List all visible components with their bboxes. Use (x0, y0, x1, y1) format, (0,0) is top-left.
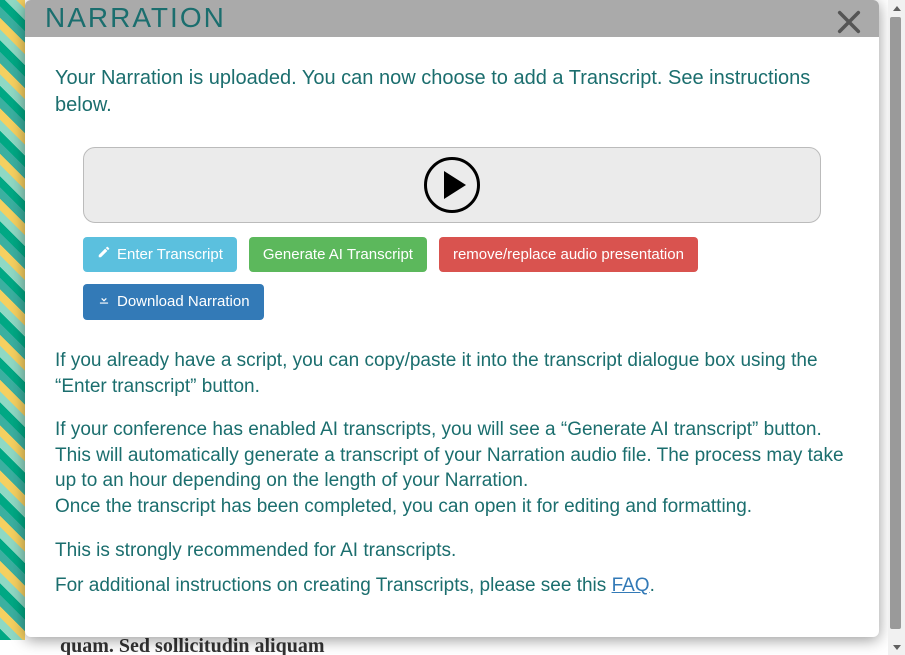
generate-ai-label: Generate AI Transcript (263, 245, 413, 265)
edit-icon (97, 245, 111, 265)
scroll-up-button[interactable] (888, 0, 905, 17)
instructions-para-2b: Once the transcript has been completed, … (55, 496, 752, 517)
enter-transcript-label: Enter Transcript (117, 245, 223, 265)
download-narration-label: Download Narration (117, 292, 250, 312)
background-art (0, 0, 25, 640)
play-icon (424, 157, 480, 213)
enter-transcript-button[interactable]: Enter Transcript (83, 237, 237, 273)
background-text: quam. Sed sollicitudin aliquam (60, 635, 325, 655)
instructions-para-2a: If your conference has enabled AI transc… (55, 419, 844, 491)
remove-audio-button[interactable]: remove/replace audio presentation (439, 237, 698, 273)
narration-modal: NARRATION Your Narration is uploaded. Yo… (25, 0, 879, 637)
modal-title: NARRATION (45, 2, 226, 34)
download-icon (97, 292, 111, 312)
faq-link[interactable]: FAQ (612, 575, 650, 596)
scroll-down-button[interactable] (888, 638, 905, 655)
instructions-para-1: If you already have a script, you can co… (55, 348, 849, 399)
modal-header: NARRATION (25, 0, 879, 37)
lead-text: Your Narration is uploaded. You can now … (55, 65, 849, 119)
scroll-thumb[interactable] (890, 17, 901, 629)
instructions-para-2: If your conference has enabled AI transc… (55, 417, 849, 520)
player-section: Enter Transcript Generate AI Transcript … (55, 147, 849, 320)
faq-suffix: . (650, 575, 655, 596)
close-icon[interactable] (835, 8, 863, 36)
modal-body: Your Narration is uploaded. You can now … (25, 37, 879, 637)
instructions-para-4: For additional instructions on creating … (55, 573, 849, 599)
vertical-scrollbar[interactable] (888, 0, 905, 655)
audio-player[interactable] (83, 147, 821, 223)
scroll-track[interactable] (888, 17, 905, 638)
generate-ai-button[interactable]: Generate AI Transcript (249, 237, 427, 273)
download-narration-button[interactable]: Download Narration (83, 284, 264, 320)
remove-audio-label: remove/replace audio presentation (453, 245, 684, 265)
faq-prefix: For additional instructions on creating … (55, 575, 612, 596)
button-row: Enter Transcript Generate AI Transcript … (83, 237, 821, 320)
instructions-para-3: This is strongly recommended for AI tran… (55, 538, 849, 564)
